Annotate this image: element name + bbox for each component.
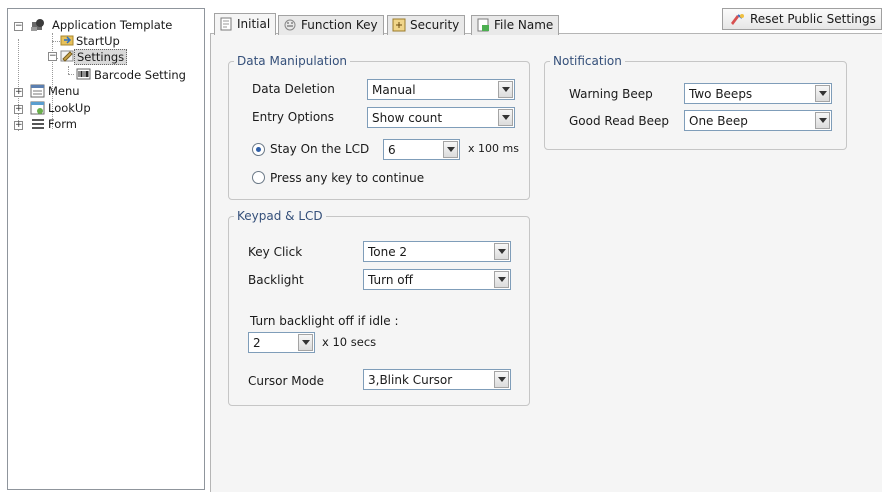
tree-connector (68, 66, 69, 74)
tree-connector (68, 74, 74, 75)
keyboard-icon (283, 18, 297, 32)
backlight-label: Backlight (248, 273, 304, 287)
form-icon (30, 117, 46, 131)
backlight-select[interactable]: Turn off (363, 269, 511, 290)
tree-item-form[interactable]: Form (46, 116, 79, 132)
expand-icon[interactable]: + (14, 121, 23, 130)
tree-panel[interactable]: − Application Template StartUp − Setting… (7, 8, 205, 490)
expand-icon[interactable]: + (14, 88, 23, 97)
security-icon (392, 18, 406, 32)
barcode-icon (76, 67, 92, 81)
application-icon (30, 18, 46, 32)
tree-connector (18, 39, 19, 131)
stay-on-lcd-select[interactable]: 6 (383, 139, 460, 160)
tree-item-startup[interactable]: StartUp (74, 33, 122, 49)
tab-initial[interactable]: Initial (214, 13, 277, 35)
good-read-beep-select[interactable]: One Beep (684, 110, 832, 131)
stay-on-lcd-unit: x 100 ms (468, 142, 519, 155)
tree-item-application-template[interactable]: Application Template (50, 17, 174, 33)
group-title: Keypad & LCD (234, 209, 326, 223)
chevron-down-icon[interactable] (494, 243, 509, 260)
stay-on-lcd-label: Stay On the LCD (270, 142, 370, 156)
document-icon (219, 17, 233, 31)
press-any-key-radio[interactable] (252, 171, 265, 184)
idle-unit: x 10 secs (322, 335, 377, 349)
notification-group: Notification (544, 54, 847, 150)
chevron-down-icon[interactable] (815, 85, 830, 102)
tree-item-menu[interactable]: Menu (46, 83, 82, 99)
chevron-down-icon[interactable] (498, 109, 513, 126)
tree-connector (52, 41, 60, 42)
file-icon (476, 18, 490, 32)
cursor-mode-label: Cursor Mode (248, 374, 324, 388)
tree-item-barcode-setting[interactable]: Barcode Setting (92, 67, 188, 83)
idle-time-select[interactable]: 2 (248, 332, 315, 353)
data-deletion-label: Data Deletion (252, 82, 335, 96)
chevron-down-icon[interactable] (498, 81, 513, 98)
tree-item-settings[interactable]: Settings (74, 49, 128, 65)
warning-beep-select[interactable]: Two Beeps (684, 83, 832, 104)
warning-beep-label: Warning Beep (569, 87, 653, 101)
chevron-down-icon[interactable] (494, 371, 509, 388)
reset-icon (729, 12, 745, 26)
key-click-select[interactable]: Tone 2 (363, 241, 511, 262)
press-any-key-label: Press any key to continue (270, 171, 425, 185)
menu-icon (30, 84, 46, 98)
collapse-icon[interactable]: − (48, 52, 57, 61)
group-title: Data Manipulation (234, 54, 351, 68)
expand-icon[interactable]: + (14, 105, 23, 114)
cursor-mode-select[interactable]: 3,Blink Cursor (363, 369, 511, 390)
tab-function-key[interactable]: Function Key (278, 15, 384, 35)
key-click-label: Key Click (248, 245, 303, 259)
chevron-down-icon[interactable] (298, 334, 313, 351)
chevron-down-icon[interactable] (494, 271, 509, 288)
idle-label: Turn backlight off if idle : (250, 314, 399, 328)
chevron-down-icon[interactable] (443, 141, 458, 158)
tab-security[interactable]: Security (387, 15, 466, 35)
group-title: Notification (550, 54, 625, 68)
tree-item-lookup[interactable]: LookUp (46, 100, 93, 116)
chevron-down-icon[interactable] (815, 112, 830, 129)
lookup-icon (30, 101, 46, 115)
good-read-beep-label: Good Read Beep (569, 114, 669, 128)
data-deletion-select[interactable]: Manual (367, 79, 515, 100)
entry-options-select[interactable]: Show count (367, 107, 515, 128)
stay-on-lcd-radio[interactable] (252, 143, 265, 156)
tab-file-name[interactable]: File Name (471, 15, 560, 35)
reset-public-settings-button[interactable]: Reset Public Settings (722, 8, 882, 30)
entry-options-label: Entry Options (252, 110, 335, 124)
collapse-icon[interactable]: − (14, 22, 23, 31)
